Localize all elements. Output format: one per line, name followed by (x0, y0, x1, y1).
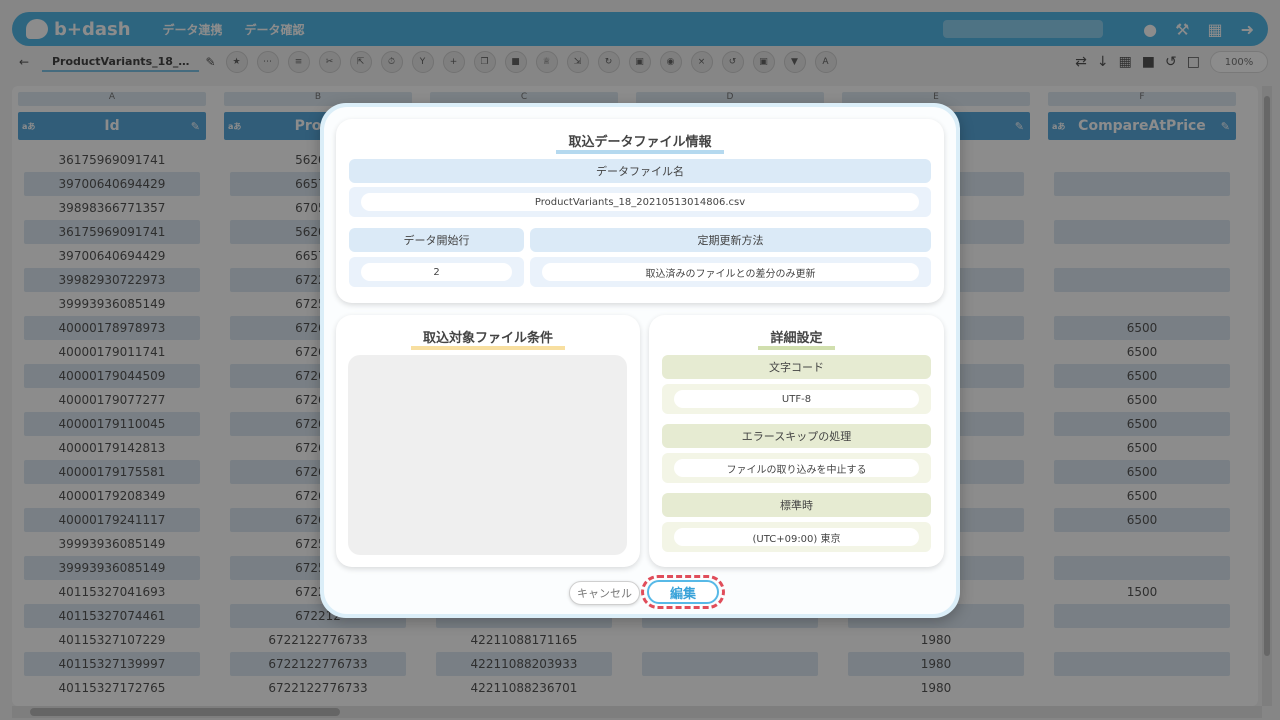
encoding-field: UTF-8 (662, 384, 931, 414)
encoding-label: 文字コード (662, 355, 931, 379)
update-method-label: 定期更新方法 (530, 228, 931, 252)
timezone-value: (UTC+09:00) 東京 (674, 528, 919, 546)
import-settings-modal: 取込データファイル情報 データファイル名 ProductVariants_18_… (320, 103, 960, 618)
conditions-card: 取込対象ファイル条件 (336, 315, 640, 567)
modal-body: 取込データファイル情報 データファイル名 ProductVariants_18_… (324, 107, 956, 614)
cancel-button[interactable]: キャンセル (569, 581, 640, 605)
start-row-label: データ開始行 (349, 228, 524, 252)
update-method-value: 取込済みのファイルとの差分のみ更新 (542, 263, 919, 281)
error-skip-field: ファイルの取り込みを中止する (662, 453, 931, 483)
details-title: 詳細設定 (649, 327, 944, 350)
file-info-card: 取込データファイル情報 データファイル名 ProductVariants_18_… (336, 119, 944, 303)
conditions-empty-area (348, 355, 627, 555)
filename-field: ProductVariants_18_20210513014806.csv (349, 187, 931, 217)
edit-button[interactable]: 編集 (647, 580, 719, 604)
details-card: 詳細設定 文字コード UTF-8 エラースキップの処理 ファイルの取り込みを中止… (649, 315, 944, 567)
update-method-field: 取込済みのファイルとの差分のみ更新 (530, 257, 931, 287)
file-info-title: 取込データファイル情報 (336, 131, 944, 154)
error-skip-value: ファイルの取り込みを中止する (674, 459, 919, 477)
start-row-value: 2 (361, 263, 512, 281)
start-row-field: 2 (349, 257, 524, 287)
timezone-field: (UTC+09:00) 東京 (662, 522, 931, 552)
filename-label: データファイル名 (349, 159, 931, 183)
encoding-value: UTF-8 (674, 390, 919, 408)
filename-value: ProductVariants_18_20210513014806.csv (361, 193, 919, 211)
error-skip-label: エラースキップの処理 (662, 424, 931, 448)
timezone-label: 標準時 (662, 493, 931, 517)
conditions-title: 取込対象ファイル条件 (336, 327, 640, 350)
